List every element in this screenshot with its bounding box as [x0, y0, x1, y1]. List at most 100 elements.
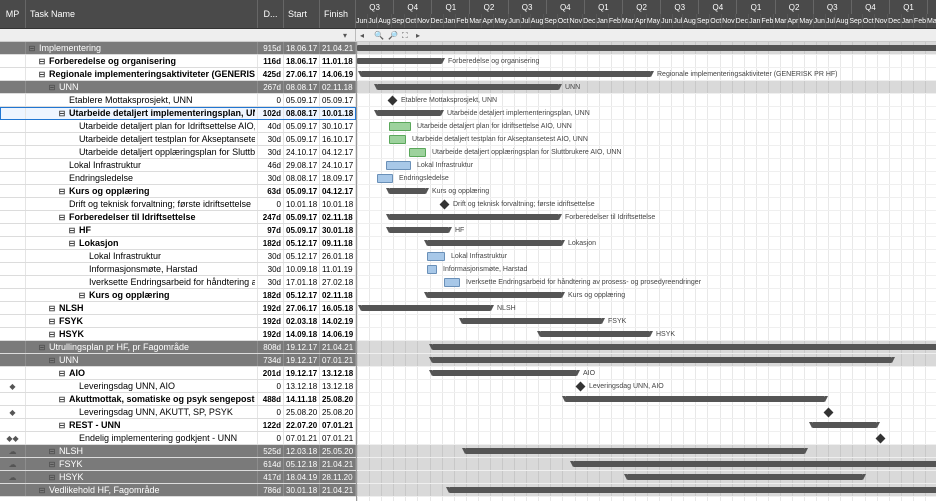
collapse-icon[interactable]: ⊟ [68, 226, 76, 234]
task-name-cell[interactable]: ⊟Kurs og opplæring [26, 185, 258, 197]
col-task-name[interactable]: Task Name [26, 0, 258, 28]
task-name-cell[interactable]: ⊟FSYK [26, 458, 258, 470]
task-bar[interactable] [409, 148, 426, 157]
collapse-icon[interactable]: ⊟ [78, 291, 86, 299]
gantt-row[interactable] [357, 471, 936, 484]
task-name-cell[interactable]: ⊟NLSH [26, 302, 258, 314]
table-row[interactable]: ⊟UNN267d08.08.1702.11.18 [0, 81, 356, 94]
task-name-cell[interactable]: Drift og teknisk forvaltning; første idr… [26, 198, 258, 210]
table-row[interactable]: ⊟Utrullingsplan pr HF, pr Fagområde808d1… [0, 341, 356, 354]
gantt-row[interactable] [357, 419, 936, 432]
collapse-icon[interactable]: ⊟ [58, 109, 66, 117]
task-grid[interactable]: ⊟Implementering915d18.06.1721.04.21⊟Forb… [0, 42, 357, 501]
gantt-chart[interactable]: Forberedelse og organiseringRegionale im… [357, 42, 936, 501]
table-row[interactable]: ◆◆Endelig implementering godkjent - UNN0… [0, 432, 356, 445]
task-name-cell[interactable]: Utarbeide detaljert testplan for Aksepta… [26, 133, 258, 145]
task-name-cell[interactable]: Iverksette Endringsarbeid for håndtering… [26, 276, 258, 288]
table-row[interactable]: ⊟FSYK192d02.03.1814.02.19 [0, 315, 356, 328]
table-row[interactable]: ⊟Kurs og opplæring182d05.12.1702.11.18 [0, 289, 356, 302]
task-name-cell[interactable]: ⊟REST - UNN [26, 419, 258, 431]
summary-bar[interactable] [389, 188, 426, 194]
gantt-row[interactable] [357, 393, 936, 406]
gantt-row[interactable]: Lokal Infrastruktur [357, 250, 936, 263]
task-name-cell[interactable]: ⊟Utrullingsplan pr HF, pr Fagområde [26, 341, 258, 353]
task-bar[interactable] [377, 174, 393, 183]
summary-bar[interactable] [389, 214, 559, 220]
gantt-row[interactable]: FSYK [357, 315, 936, 328]
gantt-row[interactable]: Drift og teknisk forvaltning; første idr… [357, 198, 936, 211]
scroll-right-icon[interactable]: ▸ [416, 31, 424, 39]
task-bar[interactable] [386, 161, 411, 170]
collapse-icon[interactable]: ⊟ [28, 44, 36, 52]
task-name-cell[interactable]: ⊟Implementering [26, 42, 258, 54]
collapse-icon[interactable]: ⊟ [48, 460, 56, 468]
timeline-header[interactable]: Q3Q4Q1Q2Q3Q4Q1Q2Q3Q4Q1Q2Q3Q4Q1Q2 JunJulA… [356, 0, 936, 28]
table-row[interactable]: ⊟REST - UNN122d22.07.2007.01.21 [0, 419, 356, 432]
summary-bar[interactable] [432, 357, 892, 363]
task-name-cell[interactable]: ⊟Utarbeide detaljert implementeringsplan… [26, 107, 258, 119]
task-name-cell[interactable]: ⊟HF [26, 224, 258, 236]
gantt-row[interactable]: Utarbeide detaljert implementeringsplan,… [357, 107, 936, 120]
gantt-row[interactable]: Utarbeide detaljert testplan for Aksepta… [357, 133, 936, 146]
task-name-cell[interactable]: ⊟HSYK [26, 328, 258, 340]
task-bar[interactable] [444, 278, 460, 287]
table-row[interactable]: ⊟Akuttmottak, somatiske og psyk sengepos… [0, 393, 356, 406]
table-row[interactable]: ⊟HF97d05.09.1730.01.18 [0, 224, 356, 237]
task-name-cell[interactable]: ⊟UNN [26, 354, 258, 366]
gantt-row[interactable]: Utarbeide detaljert opplæringsplan for S… [357, 146, 936, 159]
table-row[interactable]: ☁⊟FSYK614d05.12.1821.04.21 [0, 458, 356, 471]
table-row[interactable]: Utarbeide detaljert testplan for Aksepta… [0, 133, 356, 146]
collapse-icon[interactable]: ⊟ [38, 343, 46, 351]
collapse-icon[interactable]: ⊟ [58, 421, 66, 429]
collapse-icon[interactable]: ⊟ [48, 330, 56, 338]
gantt-row[interactable]: Regionale implementeringsaktiviteter (GE… [357, 68, 936, 81]
col-start[interactable]: Start [284, 0, 320, 28]
gantt-row[interactable] [357, 432, 936, 445]
gantt-row[interactable]: Forberedelse og organisering [357, 55, 936, 68]
task-name-cell[interactable]: Etablere Mottaksprosjekt, UNN [26, 94, 258, 106]
table-row[interactable]: ◆Leveringsdag UNN, AIO013.12.1813.12.18 [0, 380, 356, 393]
table-row[interactable]: ⊟Lokasjon182d05.12.1709.11.18 [0, 237, 356, 250]
task-name-cell[interactable]: ⊟AIO [26, 367, 258, 379]
task-name-cell[interactable]: ⊟Regionale implementeringsaktiviteter (G… [26, 68, 258, 80]
summary-bar[interactable] [389, 227, 449, 233]
task-name-cell[interactable]: Informasjonsmøte, Harstad [26, 263, 258, 275]
summary-bar[interactable] [361, 305, 491, 311]
collapse-icon[interactable]: ⊟ [38, 57, 46, 65]
col-duration[interactable]: D... [258, 0, 284, 28]
task-bar[interactable] [427, 252, 445, 261]
table-row[interactable]: Lokal Infrastruktur30d05.12.1726.01.18 [0, 250, 356, 263]
table-row[interactable]: Drift og teknisk forvaltning; første idr… [0, 198, 356, 211]
gantt-row[interactable]: Lokal Infrastruktur [357, 159, 936, 172]
gantt-row[interactable]: Informasjonsmøte, Harstad [357, 263, 936, 276]
summary-bar[interactable] [432, 344, 936, 350]
summary-bar[interactable] [357, 45, 936, 51]
gantt-row[interactable]: AIO [357, 367, 936, 380]
task-name-cell[interactable]: Lokal Infrastruktur [26, 159, 258, 171]
gantt-row[interactable]: UNN [357, 81, 936, 94]
summary-bar[interactable] [462, 318, 602, 324]
gantt-row[interactable]: Endringsledelse [357, 172, 936, 185]
task-name-cell[interactable]: ⊟Kurs og opplæring [26, 289, 258, 301]
col-finish[interactable]: Finish [320, 0, 356, 28]
table-row[interactable]: ⊟AIO201d19.12.1713.12.18 [0, 367, 356, 380]
collapse-icon[interactable]: ⊟ [48, 447, 56, 455]
task-bar[interactable] [389, 135, 406, 144]
gantt-row[interactable] [357, 484, 936, 497]
task-name-cell[interactable]: Utarbeide detaljert opplæringsplan for S… [26, 146, 258, 158]
zoom-out-icon[interactable]: 🔎 [388, 31, 396, 39]
summary-bar[interactable] [432, 370, 577, 376]
table-row[interactable]: ⊟HSYK192d14.09.1814.06.19 [0, 328, 356, 341]
milestone[interactable] [440, 200, 450, 210]
table-row[interactable]: ⊟Implementering915d18.06.1721.04.21 [0, 42, 356, 55]
summary-bar[interactable] [565, 396, 825, 402]
task-bar[interactable] [389, 122, 411, 131]
gantt-row[interactable] [357, 354, 936, 367]
collapse-icon[interactable]: ⊟ [38, 70, 46, 78]
table-row[interactable]: Endringsledelse30d08.08.1718.09.17 [0, 172, 356, 185]
summary-bar[interactable] [540, 331, 650, 337]
table-row[interactable]: ⊟Forberedelse og organisering116d18.06.1… [0, 55, 356, 68]
milestone[interactable] [576, 382, 586, 392]
summary-bar[interactable] [357, 58, 442, 64]
summary-bar[interactable] [812, 422, 877, 428]
